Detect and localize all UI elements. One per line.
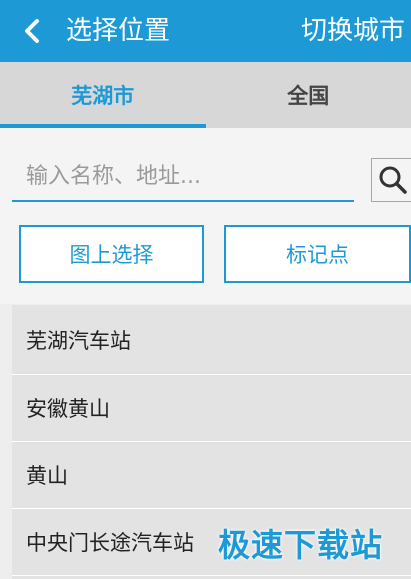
mark-point-button[interactable]: 标记点: [224, 225, 411, 283]
select-on-map-button[interactable]: 图上选择: [19, 225, 204, 283]
back-button[interactable]: [14, 13, 50, 49]
chevron-left-icon: [25, 19, 39, 43]
list-item[interactable]: 黄山: [12, 442, 411, 509]
tab-local-city[interactable]: 芜湖市: [0, 62, 206, 128]
page-title: 选择位置: [66, 16, 171, 46]
tab-nationwide[interactable]: 全国: [206, 62, 411, 128]
list-item[interactable]: 安徽黄山: [12, 375, 411, 442]
tab-bar: 芜湖市 全国: [0, 62, 411, 128]
search-icon: [379, 166, 407, 194]
search-input[interactable]: [12, 152, 354, 202]
switch-city-button[interactable]: 切换城市: [301, 12, 405, 50]
list-item[interactable]: 芜湖汽车站: [12, 305, 411, 375]
title-bar: 选择位置 切换城市: [0, 0, 411, 62]
search-button[interactable]: [371, 158, 411, 202]
watermark-logo: 极速下载站: [218, 526, 384, 564]
